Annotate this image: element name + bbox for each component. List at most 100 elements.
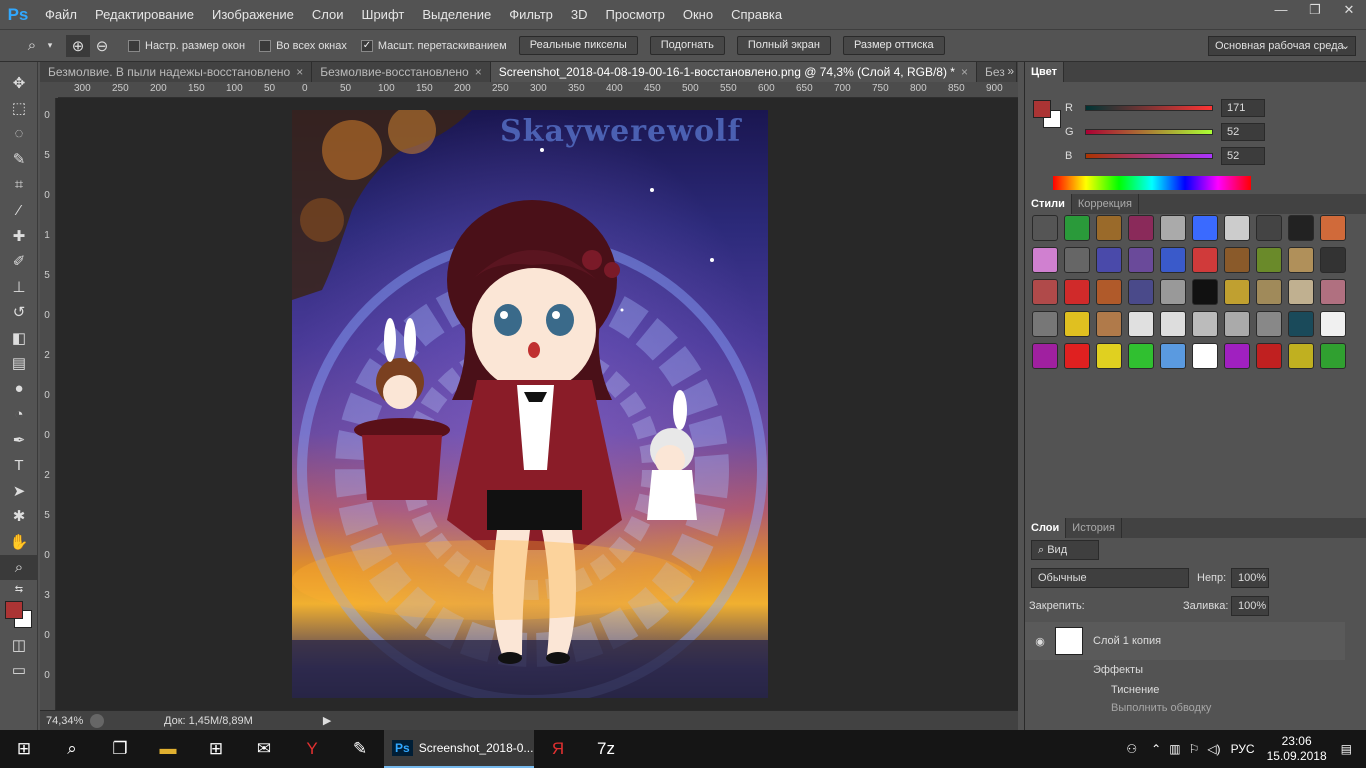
zoom-level[interactable]: 74,34% (40, 715, 90, 727)
menu-help[interactable]: Справка (722, 0, 791, 29)
menu-view[interactable]: Просмотр (597, 0, 674, 29)
zoom-out-icon[interactable]: ⊖ (90, 35, 114, 57)
zoom-tool-icon[interactable]: ⌕ (0, 554, 38, 580)
style-swatch[interactable] (1256, 279, 1282, 305)
zoom-tool-icon[interactable]: ⌕ (20, 35, 44, 57)
hand-tool-icon[interactable]: ✋ (0, 529, 38, 555)
menu-select[interactable]: Выделение (413, 0, 500, 29)
healing-brush-icon[interactable]: ✚ (0, 223, 38, 249)
style-swatch[interactable] (1224, 343, 1250, 369)
workspace-select[interactable]: Основная рабочая среда ⌄ (1208, 36, 1356, 56)
menu-file[interactable]: Файл (36, 0, 86, 29)
style-swatch[interactable] (1032, 279, 1058, 305)
layer-row[interactable]: ◉ Слой 1 копия (1025, 622, 1345, 660)
style-swatch[interactable] (1096, 247, 1122, 273)
screen-mode-icon[interactable]: ▭ (0, 658, 38, 684)
quick-select-tool-icon[interactable]: ✎ (0, 147, 38, 173)
chevron-up-icon[interactable]: ⌃ (1151, 742, 1161, 756)
style-swatch[interactable] (1256, 343, 1282, 369)
menu-3d[interactable]: 3D (562, 0, 597, 29)
history-brush-icon[interactable]: ↺ (0, 300, 38, 326)
style-swatch[interactable] (1032, 311, 1058, 337)
effect-emboss[interactable]: Тиснение (1111, 684, 1159, 696)
style-swatch[interactable] (1096, 279, 1122, 305)
close-button[interactable]: ✕ (1332, 0, 1366, 20)
style-swatch[interactable] (1064, 247, 1090, 273)
red-value-input[interactable]: 171 (1221, 99, 1265, 117)
style-swatch[interactable] (1064, 279, 1090, 305)
task-view-icon[interactable]: ❐ (96, 730, 144, 768)
menu-window[interactable]: Окно (674, 0, 722, 29)
blend-mode-select[interactable]: Обычные (1031, 568, 1189, 588)
style-swatch[interactable] (1224, 247, 1250, 273)
style-swatch[interactable] (1224, 215, 1250, 241)
document-tab-active[interactable]: Screenshot_2018-04-08-19-00-16-1-восстан… (490, 62, 977, 82)
effect-stroke[interactable]: Выполнить обводку (1111, 702, 1211, 714)
dodge-tool-icon[interactable]: ◔ (0, 402, 38, 428)
style-swatch[interactable] (1064, 215, 1090, 241)
tab-styles[interactable]: Стили (1025, 194, 1072, 214)
style-swatch[interactable] (1288, 247, 1314, 273)
style-swatch[interactable] (1320, 215, 1346, 241)
style-swatch[interactable] (1096, 215, 1122, 241)
stamp-tool-icon[interactable]: ⊥ (0, 274, 38, 300)
eraser-tool-icon[interactable]: ◧ (0, 325, 38, 351)
notifications-icon[interactable]: ▤ (1341, 742, 1352, 756)
gradient-tool-icon[interactable]: ▤ (0, 351, 38, 377)
shape-tool-icon[interactable]: ✱ (0, 504, 38, 530)
quick-mask-icon[interactable]: ◫ (0, 632, 38, 658)
style-swatch[interactable] (1320, 343, 1346, 369)
style-swatch[interactable] (1288, 311, 1314, 337)
style-swatch[interactable] (1224, 279, 1250, 305)
style-swatch[interactable] (1032, 215, 1058, 241)
style-swatch[interactable] (1256, 215, 1282, 241)
menu-image[interactable]: Изображение (203, 0, 303, 29)
style-swatch[interactable] (1320, 311, 1346, 337)
path-select-tool-icon[interactable]: ➤ (0, 478, 38, 504)
style-swatch[interactable] (1096, 311, 1122, 337)
style-swatch[interactable] (1160, 215, 1186, 241)
tabs-overflow-icon[interactable]: » (1007, 64, 1014, 78)
layer-filter-select[interactable]: ⌕ Вид (1031, 540, 1099, 560)
people-icon[interactable]: ⚇ (1126, 742, 1137, 756)
style-swatch[interactable] (1128, 279, 1154, 305)
green-value-input[interactable]: 52 (1221, 123, 1265, 141)
yandex-browser-icon[interactable]: Y (288, 730, 336, 768)
resize-windows-check[interactable]: Настр. размер окон (128, 39, 245, 52)
lasso-tool-icon[interactable]: ◌ (0, 121, 38, 147)
search-icon[interactable]: ⌕ (48, 730, 96, 768)
style-swatch[interactable] (1160, 247, 1186, 273)
style-swatch[interactable] (1192, 247, 1218, 273)
move-tool-icon[interactable]: ✥ (0, 70, 38, 96)
style-swatch[interactable] (1192, 343, 1218, 369)
language-indicator[interactable]: РУС (1231, 742, 1255, 756)
eyedropper-tool-icon[interactable]: ⁄ (0, 198, 38, 224)
style-swatch[interactable] (1096, 343, 1122, 369)
style-swatch[interactable] (1160, 279, 1186, 305)
style-swatch[interactable] (1128, 311, 1154, 337)
network-icon[interactable]: ▥ (1169, 742, 1180, 756)
style-swatch[interactable] (1128, 343, 1154, 369)
taskbar-photoshop[interactable]: Ps Screenshot_2018-0... (384, 730, 534, 768)
style-swatch[interactable] (1032, 343, 1058, 369)
vertical-ruler[interactable]: 0 5 0 1 5 0 2 0 0 2 5 0 3 0 0 (40, 98, 56, 710)
print-size-button[interactable]: Размер оттиска (842, 36, 945, 55)
checkbox-checked[interactable]: ✓ (360, 39, 373, 52)
style-swatch[interactable] (1192, 279, 1218, 305)
blue-slider[interactable] (1085, 153, 1213, 159)
tab-color[interactable]: Цвет (1025, 62, 1065, 82)
tab-layers[interactable]: Слои (1025, 518, 1067, 538)
artwork-image[interactable]: Skaywerewolf (292, 110, 768, 698)
document-tab[interactable]: Безмолвие-восстановлено × (312, 62, 491, 82)
volume-icon[interactable]: ◁) (1207, 742, 1220, 756)
marquee-tool-icon[interactable]: ⬚ (0, 96, 38, 122)
style-swatch[interactable] (1288, 279, 1314, 305)
checkbox[interactable] (259, 39, 272, 52)
scrubby-zoom-check[interactable]: ✓ Масшт. перетаскиванием (360, 39, 507, 52)
minimize-button[interactable]: — (1264, 0, 1298, 20)
7zip-icon[interactable]: 7z (582, 730, 630, 768)
menu-type[interactable]: Шрифт (353, 0, 414, 29)
style-swatch[interactable] (1128, 247, 1154, 273)
windows-start-icon[interactable]: ⊞ (0, 730, 48, 768)
color-swatches[interactable] (0, 598, 37, 632)
